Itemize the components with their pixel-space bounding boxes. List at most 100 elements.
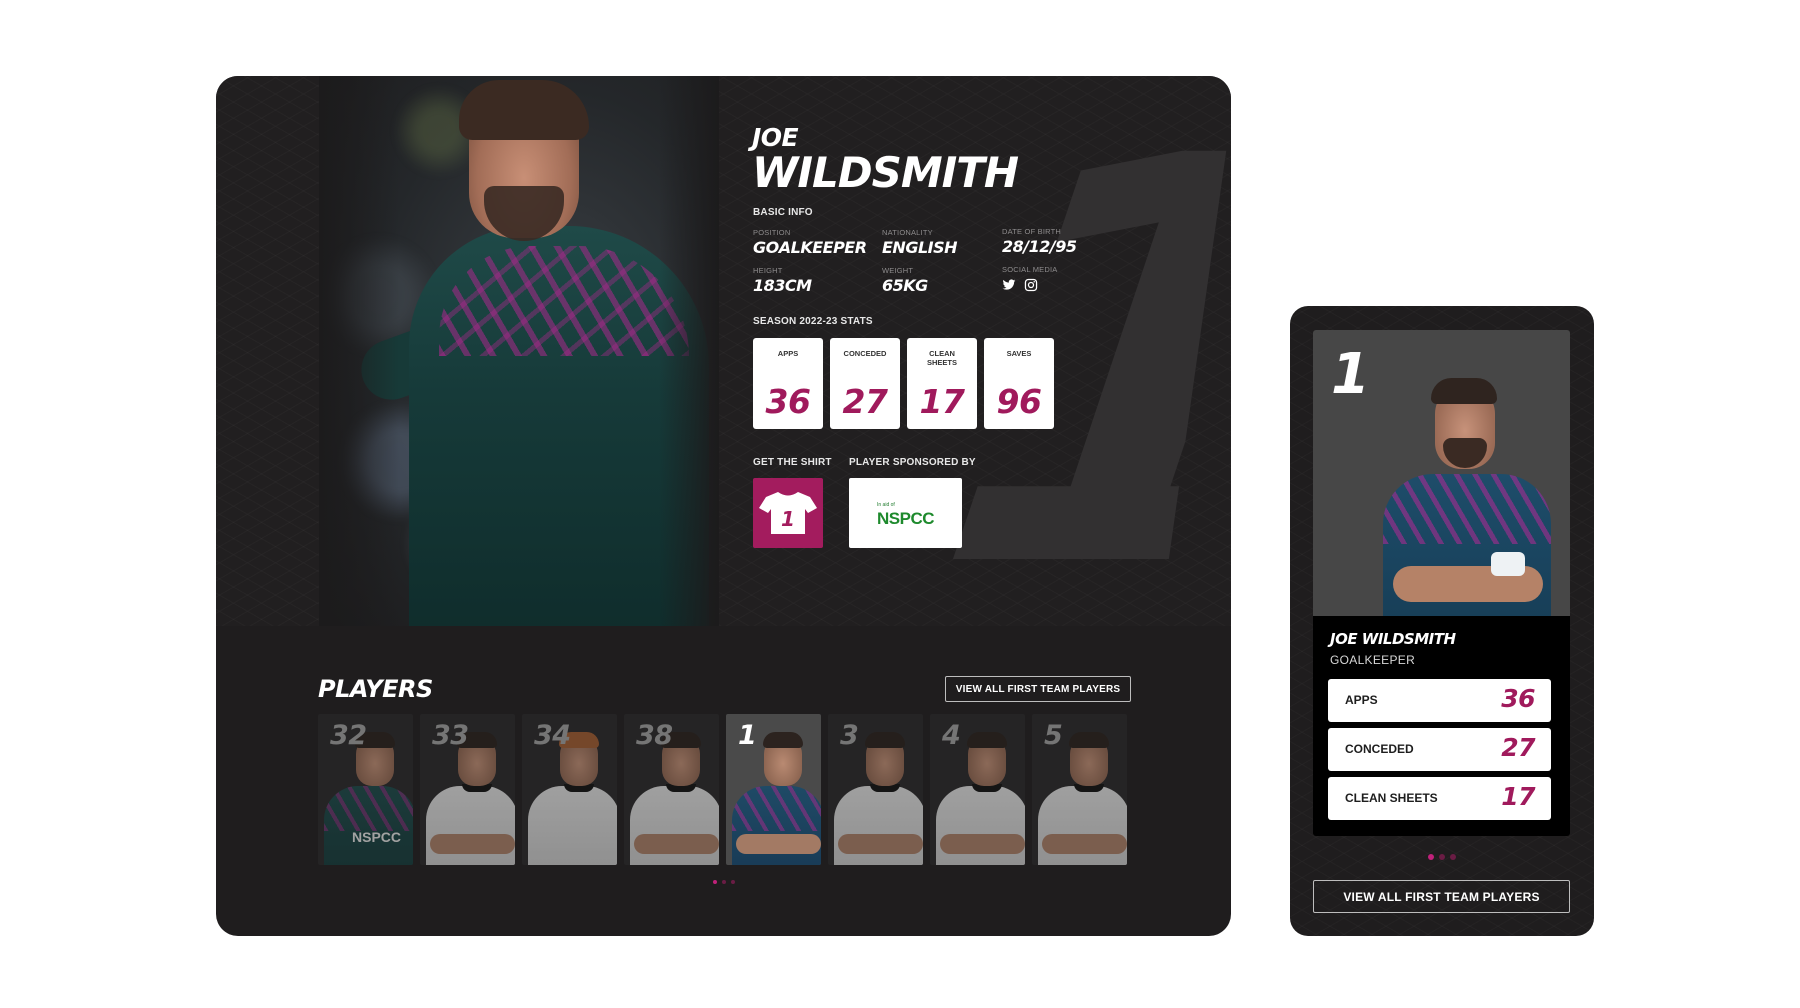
stat-value: 17 [919,382,965,421]
mobile-player-photo: 1 [1313,330,1570,616]
player-card-5[interactable]: 5 [1032,714,1127,865]
field-value: 183CM [753,276,812,295]
player-hair [1431,378,1497,404]
field-social-media: SOCIAL MEDIA [1002,265,1057,292]
get-shirt-heading: GET THE SHIRT [753,457,832,468]
shirt-number: 1 [781,507,795,531]
pagination-dot-2[interactable] [722,880,726,884]
stat-value: 96 [996,382,1042,421]
player-card-32[interactable]: 32 NSPCC [318,714,413,865]
stat-value: 36 [1501,684,1535,713]
player-card-1-selected[interactable]: 1 [726,714,821,865]
card-dim-overlay [828,714,923,865]
player-action-photo [319,76,719,626]
field-label: DATE OF BIRTH [1002,227,1061,236]
pagination-dot-1[interactable] [1428,854,1434,860]
photo-fade-right [659,76,719,626]
shirt-pattern [732,786,821,831]
card-dim-overlay [1032,714,1127,865]
mobile-stat-clean-sheets: CLEAN SHEETS 17 [1328,777,1551,820]
mobile-pagination [1428,854,1456,860]
sponsor-logo[interactable]: In aid of NSPCC [849,478,962,548]
sponsor-heading: PLAYER SPONSORED BY [849,457,976,468]
stat-label: CONCEDED [1345,742,1414,756]
players-carousel: 32 NSPCC 33 34 38 1 3 4 5 [318,714,1127,865]
stat-label: APPS [777,349,799,358]
player-info-panel: JOE WILDSMITH BASIC INFO POSITION GOALKE… [752,76,1212,626]
field-nationality: NATIONALITY ENGLISH [882,228,958,257]
stat-label: CLEAN SHEETS [926,349,957,367]
card-dim-overlay [420,714,515,865]
field-value: GOALKEEPER [753,238,867,257]
shirt-pattern [1383,474,1551,544]
pagination-dot-3[interactable] [731,880,735,884]
stat-value: 27 [842,382,888,421]
basic-info-heading: BASIC INFO [753,207,813,218]
mobile-player-number: 1 [1331,342,1370,407]
mobile-player-info: JOE WILDSMITH GOALKEEPER APPS 36 CONCEDE… [1313,616,1570,836]
stat-card-apps: APPS 36 [753,338,823,429]
mobile-player-position: GOALKEEPER [1330,653,1416,667]
card-dim-overlay [624,714,719,865]
mobile-view-all-players-button[interactable]: VIEW ALL FIRST TEAM PLAYERS [1313,880,1570,913]
field-label: HEIGHT [753,266,783,275]
mobile-player-card: 1 JOE WILDSMITH GOALKEEPER APPS 36 CONCE… [1290,306,1594,936]
player-card-3[interactable]: 3 [828,714,923,865]
player-last-name: WILDSMITH [752,148,1019,197]
sponsor-tagline: In aid of [877,502,895,508]
shirt-icon: 1 [759,491,817,534]
player-hair [763,732,803,748]
stat-card-saves: SAVES 96 [984,338,1054,429]
card-dim-overlay [318,714,413,865]
crossed-arms [736,834,821,854]
stat-value: 17 [1501,782,1535,811]
field-height: HEIGHT 183CM [753,266,812,295]
pagination-dot-1[interactable] [713,880,717,884]
stat-card-clean-sheets: CLEAN SHEETS 17 [907,338,977,429]
mobile-stat-apps: APPS 36 [1328,679,1551,722]
player-hair [459,80,589,140]
player-card-4[interactable]: 4 [930,714,1025,865]
players-pagination [713,880,735,884]
stat-card-conceded: CONCEDED 27 [830,338,900,429]
stat-label: SAVES [1006,349,1032,358]
wrist-tape [1491,552,1525,576]
field-label: SOCIAL MEDIA [1002,265,1058,274]
stat-label: CLEAN SHEETS [1345,791,1438,805]
field-value: 65KG [882,276,928,295]
get-the-shirt-button[interactable]: 1 [753,478,823,548]
desktop-player-profile: 1 JOE WILDSMITH BASIC INFO POSITION GOAL… [216,76,1231,936]
player-hero: 1 JOE WILDSMITH BASIC INFO POSITION GOAL… [216,76,1231,626]
field-position: POSITION GOALKEEPER [753,228,867,257]
player-card-33[interactable]: 33 [420,714,515,865]
mobile-player-name: JOE WILDSMITH [1330,630,1456,648]
mobile-stat-conceded: CONCEDED 27 [1328,728,1551,771]
field-value: 28/12/95 [1002,237,1077,256]
stat-value: 36 [765,382,811,421]
field-label: WEIGHT [882,266,914,275]
photo-fade-left [319,76,399,626]
player-card-38[interactable]: 38 [624,714,719,865]
player-number: 1 [738,720,757,751]
card-dim-overlay [522,714,617,865]
stat-value: 27 [1501,733,1535,762]
field-label: POSITION [753,228,791,237]
instagram-icon[interactable] [1024,278,1038,292]
field-label: NATIONALITY [882,228,933,237]
season-stats-heading: SEASON 2022-23 STATS [753,316,873,327]
players-heading: PLAYERS [318,675,433,703]
player-card-34[interactable]: 34 [522,714,617,865]
pagination-dot-2[interactable] [1439,854,1445,860]
pagination-dot-3[interactable] [1450,854,1456,860]
season-stats: APPS 36 CONCEDED 27 CLEAN SHEETS 17 SAVE… [753,338,1054,429]
field-date-of-birth: DATE OF BIRTH 28/12/95 [1002,227,1077,256]
social-links [1002,278,1057,292]
stat-label: CONCEDED [843,349,887,358]
field-weight: WEIGHT 65KG [882,266,928,295]
stat-label: APPS [1345,693,1378,707]
field-value: ENGLISH [882,238,958,257]
sponsor-name: NSPCC [877,509,935,528]
twitter-icon[interactable] [1002,278,1016,292]
view-all-players-button[interactable]: VIEW ALL FIRST TEAM PLAYERS [945,676,1131,702]
card-dim-overlay [930,714,1025,865]
